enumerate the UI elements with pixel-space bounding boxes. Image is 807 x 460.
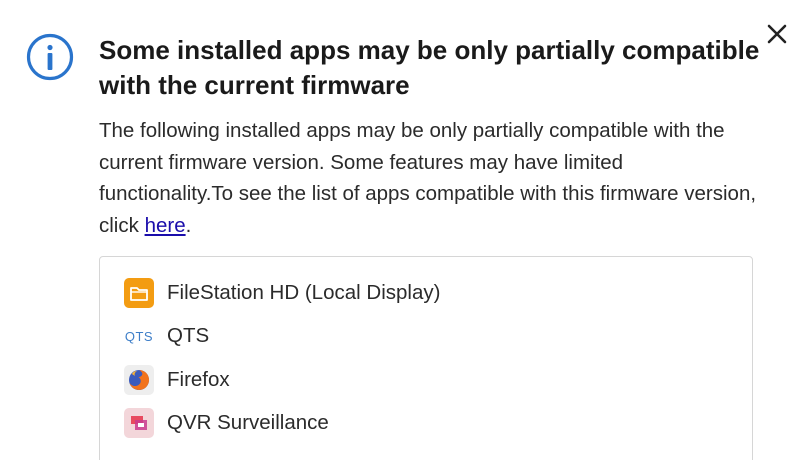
app-list[interactable]: FileStation HD (Local Display) QTS QTS F… (99, 256, 753, 460)
qts-logo-text: QTS (124, 328, 154, 344)
list-item: FileStation HD (Local Display) (124, 271, 752, 315)
info-circle-icon (26, 33, 74, 81)
firefox-icon (124, 364, 154, 395)
dialog-message: The following installed apps may be only… (99, 115, 759, 241)
dialog-title: Some installed apps may be only partiall… (99, 35, 760, 100)
filestation-folder-icon (124, 277, 154, 308)
app-label: FileStation HD (Local Display) (167, 280, 441, 304)
app-label: QTS (167, 324, 210, 348)
qvr-surveillance-icon (124, 408, 154, 439)
message-text: The following installed apps may be only… (99, 119, 757, 237)
app-label: Firefox (167, 367, 230, 391)
list-item: Firefox (124, 358, 752, 402)
list-item: QTS QTS (124, 315, 752, 359)
compatibility-dialog: Some installed apps may be only partiall… (0, 0, 807, 460)
list-item: QVR Surveillance (124, 402, 752, 446)
qts-logo-icon: QTS (124, 321, 154, 351)
message-period: . (185, 213, 192, 237)
app-label: QVR Surveillance (167, 411, 329, 435)
close-icon (767, 24, 787, 44)
here-link[interactable]: here (145, 214, 186, 237)
